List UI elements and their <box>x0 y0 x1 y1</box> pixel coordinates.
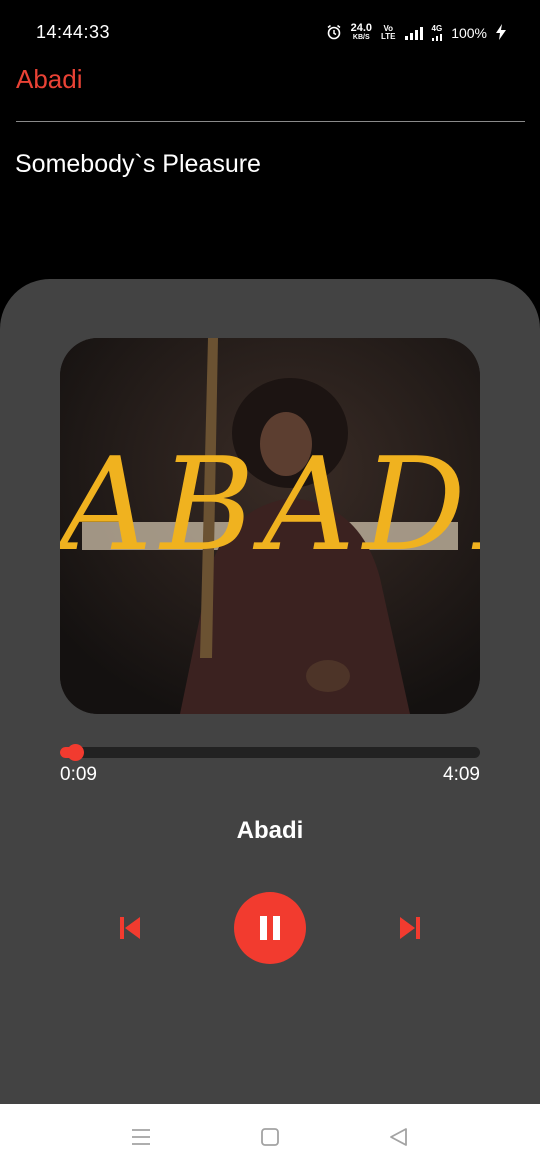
current-time: 0:09 <box>60 764 97 785</box>
divider <box>16 121 525 122</box>
menu-button[interactable] <box>126 1122 156 1152</box>
status-bar: 14:44:33 24.0 KB/S Vo LTE 4G 100% <box>0 0 540 66</box>
back-button[interactable] <box>383 1122 413 1152</box>
network-label: 4G <box>431 24 443 33</box>
track-title: Abadi <box>236 817 304 844</box>
speed-value: 24.0 <box>350 22 372 34</box>
charging-icon <box>496 23 506 43</box>
pause-button[interactable] <box>234 892 306 964</box>
system-nav-bar <box>0 1104 540 1170</box>
next-button[interactable] <box>390 908 430 948</box>
speed-unit: KB/S <box>352 34 370 41</box>
home-button[interactable] <box>255 1122 285 1152</box>
total-time: 4:09 <box>443 764 480 785</box>
signal-icon <box>404 26 423 40</box>
signal-icon-2 <box>431 33 442 41</box>
page-title: Abadi <box>16 64 83 94</box>
pause-icon <box>260 916 280 940</box>
battery-level: 100% <box>451 25 487 41</box>
network-speed: 24.0 KB/S <box>350 22 372 42</box>
home-icon <box>261 1128 279 1146</box>
status-icons: 24.0 KB/S Vo LTE 4G 100% <box>326 20 506 46</box>
skip-previous-icon <box>120 917 140 939</box>
alarm-icon <box>326 24 342 43</box>
back-icon <box>390 1128 407 1146</box>
seek-bar[interactable] <box>60 744 480 761</box>
network-4g: 4G <box>431 24 443 41</box>
status-time: 14:44:33 <box>36 22 111 42</box>
album-art-text: ABADI <box>60 431 480 580</box>
skip-next-icon <box>400 917 420 939</box>
menu-icon <box>132 1129 150 1145</box>
song-heading: Somebody`s Pleasure <box>15 150 261 178</box>
volte-indicator: Vo LTE <box>381 25 396 41</box>
seek-thumb[interactable] <box>67 744 85 761</box>
album-art: ABADI <box>60 338 480 714</box>
volte-bottom: LTE <box>381 32 396 41</box>
previous-button[interactable] <box>110 908 150 948</box>
